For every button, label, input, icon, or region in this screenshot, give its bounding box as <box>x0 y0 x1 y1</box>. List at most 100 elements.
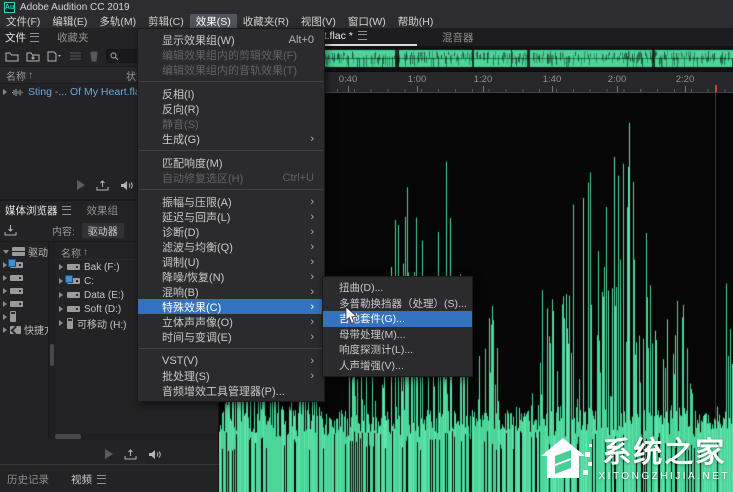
submenu-arrow-icon: › <box>310 211 314 223</box>
tab-effects-rack[interactable]: 效果组 <box>82 203 124 218</box>
import-file-icon[interactable] <box>26 51 40 62</box>
menubar-item[interactable]: 窗口(W) <box>342 14 392 28</box>
effects-menu-item[interactable]: 反向(R) › <box>138 101 324 116</box>
effects-menu-item[interactable]: 匹配响度(M) › <box>138 155 324 170</box>
effects-menu-item[interactable]: › <box>139 81 323 82</box>
effects-menu-item[interactable]: 振幅与压限(A) › <box>138 194 324 209</box>
expand-arrow-icon[interactable] <box>3 327 7 333</box>
tab-media-browser[interactable]: 媒体浏览器 <box>0 203 76 218</box>
content-dropdown[interactable]: 驱动器 <box>81 222 125 239</box>
effects-menu-item[interactable]: 时间与变调(E) › <box>138 329 324 344</box>
effects-menu-item[interactable]: VST(V) › <box>138 353 324 368</box>
menubar-item[interactable]: 剪辑(C) <box>142 14 190 28</box>
tree-row[interactable] <box>0 284 48 297</box>
effects-menu-item[interactable]: 滤波与均衡(Q) › <box>138 239 324 254</box>
list-horizontal-scrollbar[interactable] <box>55 433 218 440</box>
submenu-item[interactable]: 响度探测计(L)... <box>323 342 472 358</box>
tree-row[interactable]: 驱动器 <box>0 245 48 258</box>
expand-arrow-icon[interactable] <box>3 301 7 307</box>
effects-menu-item[interactable]: 自动修复选区(H) Ctrl+U › <box>138 170 324 185</box>
special-effects-submenu: 扭曲(D)... 多普勒换挡器（处理）(S)... 吉他套件(G)... 母带处… <box>322 276 473 377</box>
expand-arrow-icon[interactable] <box>3 262 7 268</box>
bottom-panel-tabs: 历史记录 视频 <box>0 464 225 492</box>
drive-tree: 驱动器 <box>0 242 49 438</box>
export-icon[interactable] <box>96 180 109 191</box>
menubar-item[interactable]: 帮助(H) <box>392 14 440 28</box>
submenu-arrow-icon: › <box>310 271 314 283</box>
tree-row[interactable] <box>0 258 48 271</box>
expand-arrow-icon[interactable] <box>3 275 7 281</box>
panel-menu-icon[interactable] <box>358 31 367 40</box>
effects-menu-item[interactable]: 延迟与回声(L) › <box>138 209 324 224</box>
effects-menu-item[interactable]: › <box>139 150 323 151</box>
tree-row[interactable] <box>0 297 48 310</box>
play-icon[interactable] <box>105 449 113 459</box>
play-icon[interactable] <box>77 180 85 190</box>
tab-history[interactable]: 历史记录 <box>7 472 49 487</box>
insert-into-multitrack-icon[interactable] <box>69 51 82 61</box>
effects-menu-item[interactable]: › <box>139 189 323 190</box>
expand-arrow-icon[interactable] <box>59 320 63 326</box>
panel-menu-icon[interactable] <box>62 206 71 215</box>
tab-video[interactable]: 视频 <box>71 472 106 487</box>
open-file-icon[interactable] <box>5 51 19 62</box>
menubar-item[interactable]: 多轨(M) <box>93 14 142 28</box>
tab-favorites[interactable]: 收藏夹 <box>52 30 94 45</box>
submenu-item[interactable]: 人声增强(V)... <box>323 358 472 374</box>
effects-menu-item[interactable]: 混响(B) › <box>138 284 324 299</box>
effects-menu-item[interactable]: 批处理(S) › <box>138 368 324 383</box>
tree-row[interactable] <box>0 271 48 284</box>
drive-icon <box>12 247 25 256</box>
effects-menu-item[interactable]: 诊断(D) › <box>138 224 324 239</box>
panel-menu-icon[interactable] <box>97 475 106 484</box>
trash-icon[interactable] <box>89 51 99 62</box>
effects-menu-item[interactable]: 显示效果组(W) Alt+0 › <box>138 32 324 47</box>
drive-icon <box>10 262 23 268</box>
submenu-arrow-icon: › <box>310 196 314 208</box>
sort-ascending-icon: ↑ <box>28 70 33 81</box>
expand-arrow-icon[interactable] <box>3 288 7 294</box>
expand-arrow-icon[interactable] <box>59 278 63 284</box>
playhead-marker[interactable] <box>715 85 717 92</box>
sort-ascending-icon: ↑ <box>83 247 88 258</box>
effects-menu-item[interactable]: 编辑效果组内的剪辑效果(F) › <box>138 47 324 62</box>
submenu-arrow-icon: › <box>310 301 314 313</box>
watermark-site: XITONGZHIJIA.NET <box>599 472 731 482</box>
menubar-item[interactable]: 视图(V) <box>295 14 342 28</box>
expand-arrow-icon[interactable] <box>59 292 63 298</box>
tree-row[interactable]: 快捷方式 <box>0 323 48 336</box>
import-into-files-icon[interactable] <box>4 224 18 236</box>
submenu-item[interactable]: 扭曲(D)... <box>323 280 472 296</box>
effects-menu-item[interactable]: › <box>139 348 323 349</box>
menubar-item[interactable]: 收藏夹(R) <box>237 14 295 28</box>
menubar-item[interactable]: 文件(F) <box>0 14 46 28</box>
export-icon[interactable] <box>124 449 137 460</box>
submenu-arrow-icon: › <box>310 370 314 382</box>
speaker-icon[interactable] <box>148 449 162 460</box>
effects-menu-item[interactable]: 立体声声像(O) › <box>138 314 324 329</box>
speaker-icon[interactable] <box>120 180 134 191</box>
panel-menu-icon[interactable] <box>30 33 39 42</box>
expand-arrow-icon[interactable] <box>3 250 9 254</box>
menubar-item[interactable]: 效果(S) <box>190 14 237 28</box>
expand-arrow-icon[interactable] <box>59 264 63 270</box>
menubar-item[interactable]: 编辑(E) <box>46 14 93 28</box>
expand-arrow-icon[interactable] <box>3 89 7 95</box>
expand-arrow-icon[interactable] <box>3 314 7 320</box>
expand-arrow-icon[interactable] <box>59 306 63 312</box>
effects-menu-item[interactable]: 编辑效果组内的音轨效果(T) › <box>138 62 324 77</box>
effects-menu-item[interactable]: 调制(U) › <box>138 254 324 269</box>
drive-icon <box>10 275 23 281</box>
app-icon: Au <box>4 2 15 13</box>
submenu-item[interactable]: 母带处理(M)... <box>323 327 472 343</box>
effects-menu-item[interactable]: 生成(G) › <box>138 131 324 146</box>
effects-menu-item[interactable]: 静音(S) › <box>138 116 324 131</box>
effects-menu-item[interactable]: 音频增效工具管理器(P)... › <box>138 383 324 398</box>
tab-mixer[interactable]: 混音器 <box>433 29 483 46</box>
tab-files[interactable]: 文件 <box>0 30 44 45</box>
drive-icon <box>67 318 73 329</box>
effects-menu-item[interactable]: 特殊效果(C) › <box>138 299 324 314</box>
effects-menu-item[interactable]: 降噪/恢复(N) › <box>138 269 324 284</box>
effects-menu-item[interactable]: 反相(I) › <box>138 86 324 101</box>
new-file-icon[interactable] <box>47 51 62 62</box>
